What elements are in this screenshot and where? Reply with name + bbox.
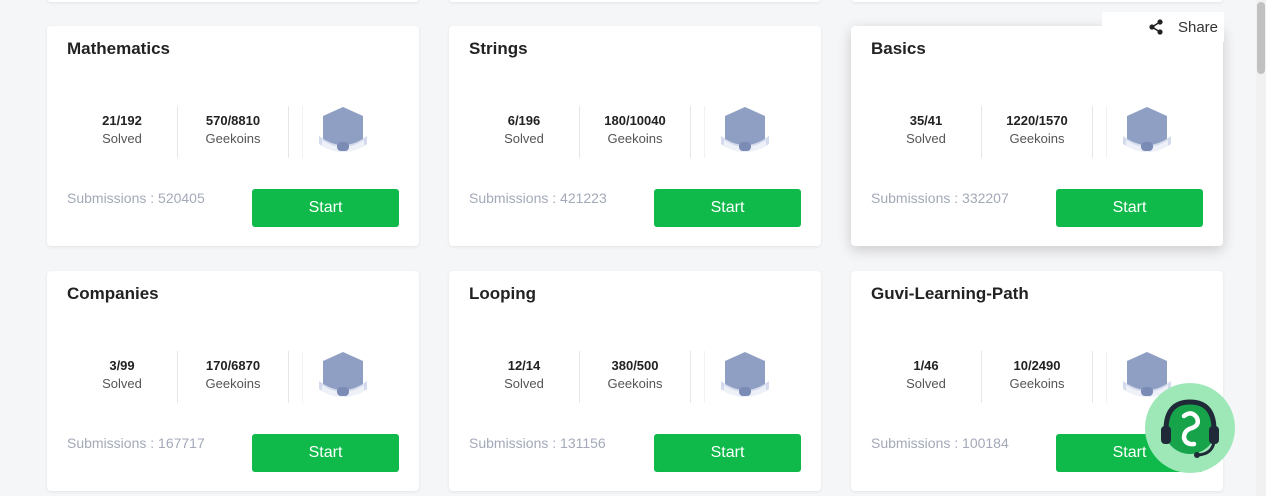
solved-count: 12/14 (507, 358, 541, 373)
card-title[interactable]: Companies (67, 284, 159, 304)
start-button[interactable]: Start (252, 189, 399, 227)
geekoins-label: Geekoins (1009, 131, 1065, 146)
stat-divider (1106, 351, 1107, 403)
geekoins-count: 180/10040 (604, 113, 666, 128)
rank-badge-icon (721, 351, 769, 403)
solved-count: 3/99 (109, 358, 135, 373)
share-label: Share (1177, 18, 1218, 36)
geekoins-count: 570/8810 (205, 113, 261, 128)
geekoins-count: 10/2490 (1013, 358, 1061, 373)
solved-stat: 3/99 Solved (67, 357, 177, 393)
stat-divider (1092, 351, 1093, 403)
geekoins-stat: 1220/1570 Geekoins (982, 112, 1092, 148)
stat-divider (288, 351, 289, 403)
card-title[interactable]: Strings (469, 39, 528, 59)
geekoins-stat: 570/8810 Geekoins (178, 112, 288, 148)
solved-label: Solved (504, 376, 544, 391)
card-partial-top (47, 0, 419, 2)
topic-card[interactable]: Strings 6/196 Solved 180/10040 Geekoins Submi… (449, 26, 821, 246)
scrollbar-thumb[interactable] (1257, 2, 1265, 74)
submissions-count: Submissions : 421223 (469, 190, 607, 206)
start-button[interactable]: Start (1056, 189, 1203, 227)
stat-divider (690, 106, 691, 158)
start-button[interactable]: Start (654, 189, 801, 227)
submissions-count: Submissions : 100184 (871, 435, 1009, 451)
share-icon (1149, 19, 1163, 35)
solved-count: 6/196 (507, 113, 541, 128)
geekoins-stat: 10/2490 Geekoins (982, 357, 1092, 393)
geekoins-label: Geekoins (607, 376, 663, 391)
card-title[interactable]: Looping (469, 284, 536, 304)
solved-stat: 12/14 Solved (469, 357, 579, 393)
stat-divider (704, 351, 705, 403)
start-button[interactable]: Start (654, 434, 801, 472)
submissions-count: Submissions : 131156 (469, 435, 606, 451)
topic-card[interactable]: Companies 3/99 Solved 170/6870 Geekoins Submi… (47, 271, 419, 491)
stat-divider (302, 351, 303, 403)
geekoins-stat: 170/6870 Geekoins (178, 357, 288, 393)
card-title[interactable]: Mathematics (67, 39, 170, 59)
stat-divider (1092, 106, 1093, 158)
scrollbar[interactable] (1256, 0, 1266, 496)
solved-stat: 1/46 Solved (871, 357, 981, 393)
submissions-count: Submissions : 332207 (871, 190, 1009, 206)
geekoins-label: Geekoins (205, 376, 261, 391)
rank-badge-icon (721, 106, 769, 158)
geekoins-stat: 380/500 Geekoins (580, 357, 690, 393)
stat-divider (704, 106, 705, 158)
support-headset-icon (1161, 399, 1219, 458)
geekoins-label: Geekoins (607, 131, 663, 146)
geekoins-label: Geekoins (205, 131, 261, 146)
submissions-count: Submissions : 167717 (67, 435, 205, 451)
geekoins-count: 380/500 (611, 358, 659, 373)
submissions-count: Submissions : 520405 (67, 190, 205, 206)
geekoins-stat: 180/10040 Geekoins (580, 112, 690, 148)
solved-stat: 35/41 Solved (871, 112, 981, 148)
card-title[interactable]: Basics (871, 39, 926, 59)
card-partial-top (449, 0, 821, 2)
topic-card[interactable]: Looping 12/14 Solved 380/500 Geekoins Submiss… (449, 271, 821, 491)
topic-card[interactable]: Mathematics 21/192 Solved 570/8810 Geekoins S… (47, 26, 419, 246)
rank-badge-icon (319, 351, 367, 403)
stat-divider (1106, 106, 1107, 158)
solved-stat: 21/192 Solved (67, 112, 177, 148)
rank-badge-icon (319, 106, 367, 158)
topic-card[interactable]: Basics 35/41 Solved 1220/1570 Geekoins Submis… (851, 26, 1223, 246)
solved-stat: 6/196 Solved (469, 112, 579, 148)
geekoins-label: Geekoins (1009, 376, 1065, 391)
solved-label: Solved (504, 131, 544, 146)
card-title[interactable]: Guvi-Learning-Path (871, 284, 1029, 304)
geekoins-count: 1220/1570 (1006, 113, 1068, 128)
start-button[interactable]: Start (252, 434, 399, 472)
card-partial-top (851, 0, 1223, 2)
solved-count: 21/192 (102, 113, 142, 128)
solved-label: Solved (906, 131, 946, 146)
geekoins-count: 170/6870 (205, 358, 261, 373)
rank-badge-icon (1123, 106, 1171, 158)
stat-divider (302, 106, 303, 158)
stat-divider (690, 351, 691, 403)
stat-divider (288, 106, 289, 158)
chat-support-button[interactable] (1145, 383, 1235, 473)
solved-label: Solved (102, 131, 142, 146)
solved-label: Solved (102, 376, 142, 391)
solved-label: Solved (906, 376, 946, 391)
share-button[interactable]: Share (1102, 12, 1224, 42)
solved-count: 35/41 (909, 113, 943, 128)
solved-count: 1/46 (913, 358, 939, 373)
